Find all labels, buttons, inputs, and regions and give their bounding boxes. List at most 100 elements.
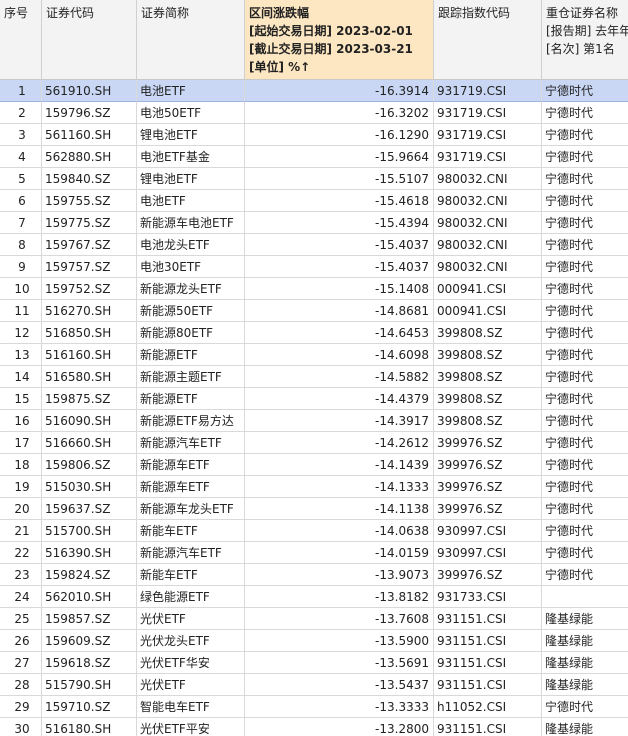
cell-top-holding[interactable]: 隆基绿能 — [542, 674, 628, 696]
table-row[interactable]: 8 159767.SZ 电池龙头ETF -15.4037 980032.CNI 宁德时代 — [0, 234, 628, 256]
cell-code[interactable]: 159875.SZ — [42, 388, 137, 410]
cell-name[interactable]: 新能源车电池ETF — [137, 212, 245, 234]
cell-index[interactable]: 980032.CNI — [434, 212, 542, 234]
cell-top-holding[interactable]: 宁德时代 — [542, 102, 628, 124]
cell-change[interactable]: -13.5691 — [245, 652, 434, 674]
table-row[interactable]: 26 159609.SZ 光伏龙头ETF -13.5900 931151.CSI 隆基绿能 — [0, 630, 628, 652]
cell-index[interactable]: 931151.CSI — [434, 718, 542, 736]
cell-top-holding[interactable]: 宁德时代 — [542, 322, 628, 344]
cell-code[interactable]: 516580.SH — [42, 366, 137, 388]
cell-name[interactable]: 新能源车ETF — [137, 454, 245, 476]
cell-index[interactable]: 931151.CSI — [434, 674, 542, 696]
cell-code[interactable]: 516270.SH — [42, 300, 137, 322]
cell-code[interactable]: 159806.SZ — [42, 454, 137, 476]
cell-name[interactable]: 新能源汽车ETF — [137, 432, 245, 454]
cell-seq[interactable]: 21 — [0, 520, 42, 542]
table-row[interactable]: 22 516390.SH 新能源汽车ETF -14.0159 930997.CSI 宁德时… — [0, 542, 628, 564]
table-row[interactable]: 9 159757.SZ 电池30ETF -15.4037 980032.CNI 宁德时代 — [0, 256, 628, 278]
cell-code[interactable]: 516180.SH — [42, 718, 137, 736]
cell-code[interactable]: 562880.SH — [42, 146, 137, 168]
cell-top-holding[interactable]: 宁德时代 — [542, 498, 628, 520]
cell-name[interactable]: 光伏ETF平安 — [137, 718, 245, 736]
cell-seq[interactable]: 20 — [0, 498, 42, 520]
cell-top-holding[interactable]: 宁德时代 — [542, 234, 628, 256]
cell-code[interactable]: 516090.SH — [42, 410, 137, 432]
cell-index[interactable]: 980032.CNI — [434, 256, 542, 278]
cell-code[interactable]: 159767.SZ — [42, 234, 137, 256]
cell-change[interactable]: -14.4379 — [245, 388, 434, 410]
cell-seq[interactable]: 13 — [0, 344, 42, 366]
table-row[interactable]: 13 516160.SH 新能源ETF -14.6098 399808.SZ 宁德时代 — [0, 344, 628, 366]
cell-seq[interactable]: 19 — [0, 476, 42, 498]
table-row[interactable]: 12 516850.SH 新能源80ETF -14.6453 399808.SZ 宁德时代 — [0, 322, 628, 344]
cell-top-holding[interactable]: 宁德时代 — [542, 146, 628, 168]
cell-index[interactable]: 931719.CSI — [434, 124, 542, 146]
cell-change[interactable]: -15.4394 — [245, 212, 434, 234]
cell-top-holding[interactable]: 宁德时代 — [542, 564, 628, 586]
cell-seq[interactable]: 4 — [0, 146, 42, 168]
cell-name[interactable]: 新能源ETF — [137, 388, 245, 410]
cell-index[interactable]: h11052.CSI — [434, 696, 542, 718]
cell-top-holding[interactable]: 宁德时代 — [542, 410, 628, 432]
cell-code[interactable]: 159824.SZ — [42, 564, 137, 586]
cell-change[interactable]: -13.2800 — [245, 718, 434, 736]
cell-index[interactable]: 399808.SZ — [434, 388, 542, 410]
table-row[interactable]: 21 515700.SH 新能车ETF -14.0638 930997.CSI 宁德时代 — [0, 520, 628, 542]
cell-seq[interactable]: 15 — [0, 388, 42, 410]
cell-index[interactable]: 931733.CSI — [434, 586, 542, 608]
cell-code[interactable]: 515790.SH — [42, 674, 137, 696]
cell-change[interactable]: -16.3914 — [245, 80, 434, 102]
cell-code[interactable]: 515030.SH — [42, 476, 137, 498]
cell-index[interactable]: 930997.CSI — [434, 520, 542, 542]
cell-name[interactable]: 电池30ETF — [137, 256, 245, 278]
cell-index[interactable]: 931151.CSI — [434, 608, 542, 630]
cell-name[interactable]: 光伏ETF — [137, 674, 245, 696]
cell-code[interactable]: 561160.SH — [42, 124, 137, 146]
cell-change[interactable]: -13.3333 — [245, 696, 434, 718]
cell-name[interactable]: 电池ETF — [137, 80, 245, 102]
cell-seq[interactable]: 3 — [0, 124, 42, 146]
cell-top-holding[interactable] — [542, 586, 628, 608]
header-name[interactable]: 证券简称 — [137, 0, 245, 80]
cell-seq[interactable]: 14 — [0, 366, 42, 388]
cell-name[interactable]: 电池ETF基金 — [137, 146, 245, 168]
cell-code[interactable]: 159775.SZ — [42, 212, 137, 234]
table-row[interactable]: 19 515030.SH 新能源车ETF -14.1333 399976.SZ 宁德时代 — [0, 476, 628, 498]
cell-change[interactable]: -14.2612 — [245, 432, 434, 454]
cell-seq[interactable]: 30 — [0, 718, 42, 736]
cell-change[interactable]: -15.9664 — [245, 146, 434, 168]
cell-change[interactable]: -13.8182 — [245, 586, 434, 608]
cell-name[interactable]: 光伏ETF华安 — [137, 652, 245, 674]
cell-seq[interactable]: 26 — [0, 630, 42, 652]
cell-index[interactable]: 399976.SZ — [434, 564, 542, 586]
table-row[interactable]: 23 159824.SZ 新能车ETF -13.9073 399976.SZ 宁德时代 — [0, 564, 628, 586]
table-row[interactable]: 18 159806.SZ 新能源车ETF -14.1439 399976.SZ 宁德时代 — [0, 454, 628, 476]
cell-change[interactable]: -15.4037 — [245, 234, 434, 256]
cell-seq[interactable]: 27 — [0, 652, 42, 674]
cell-index[interactable]: 399808.SZ — [434, 344, 542, 366]
header-top-holding[interactable]: 重仓证券名称 [报告期] 去年年报 [名次] 第1名 — [542, 0, 628, 80]
cell-index[interactable]: 399976.SZ — [434, 476, 542, 498]
table-row[interactable]: 11 516270.SH 新能源50ETF -14.8681 000941.CSI 宁德时… — [0, 300, 628, 322]
cell-change[interactable]: -13.9073 — [245, 564, 434, 586]
cell-change[interactable]: -14.6453 — [245, 322, 434, 344]
cell-name[interactable]: 电池ETF — [137, 190, 245, 212]
cell-code[interactable]: 159609.SZ — [42, 630, 137, 652]
cell-seq[interactable]: 29 — [0, 696, 42, 718]
cell-change[interactable]: -16.1290 — [245, 124, 434, 146]
cell-seq[interactable]: 23 — [0, 564, 42, 586]
cell-change[interactable]: -16.3202 — [245, 102, 434, 124]
cell-index[interactable]: 980032.CNI — [434, 168, 542, 190]
cell-seq[interactable]: 16 — [0, 410, 42, 432]
cell-code[interactable]: 516160.SH — [42, 344, 137, 366]
cell-seq[interactable]: 1 — [0, 80, 42, 102]
cell-name[interactable]: 锂电池ETF — [137, 168, 245, 190]
cell-index[interactable]: 399976.SZ — [434, 454, 542, 476]
cell-seq[interactable]: 5 — [0, 168, 42, 190]
header-index[interactable]: 跟踪指数代码 — [434, 0, 542, 80]
table-row[interactable]: 24 562010.SH 绿色能源ETF -13.8182 931733.CSI — [0, 586, 628, 608]
cell-code[interactable]: 159637.SZ — [42, 498, 137, 520]
cell-top-holding[interactable]: 隆基绿能 — [542, 718, 628, 736]
cell-index[interactable]: 399808.SZ — [434, 366, 542, 388]
cell-top-holding[interactable]: 宁德时代 — [542, 256, 628, 278]
